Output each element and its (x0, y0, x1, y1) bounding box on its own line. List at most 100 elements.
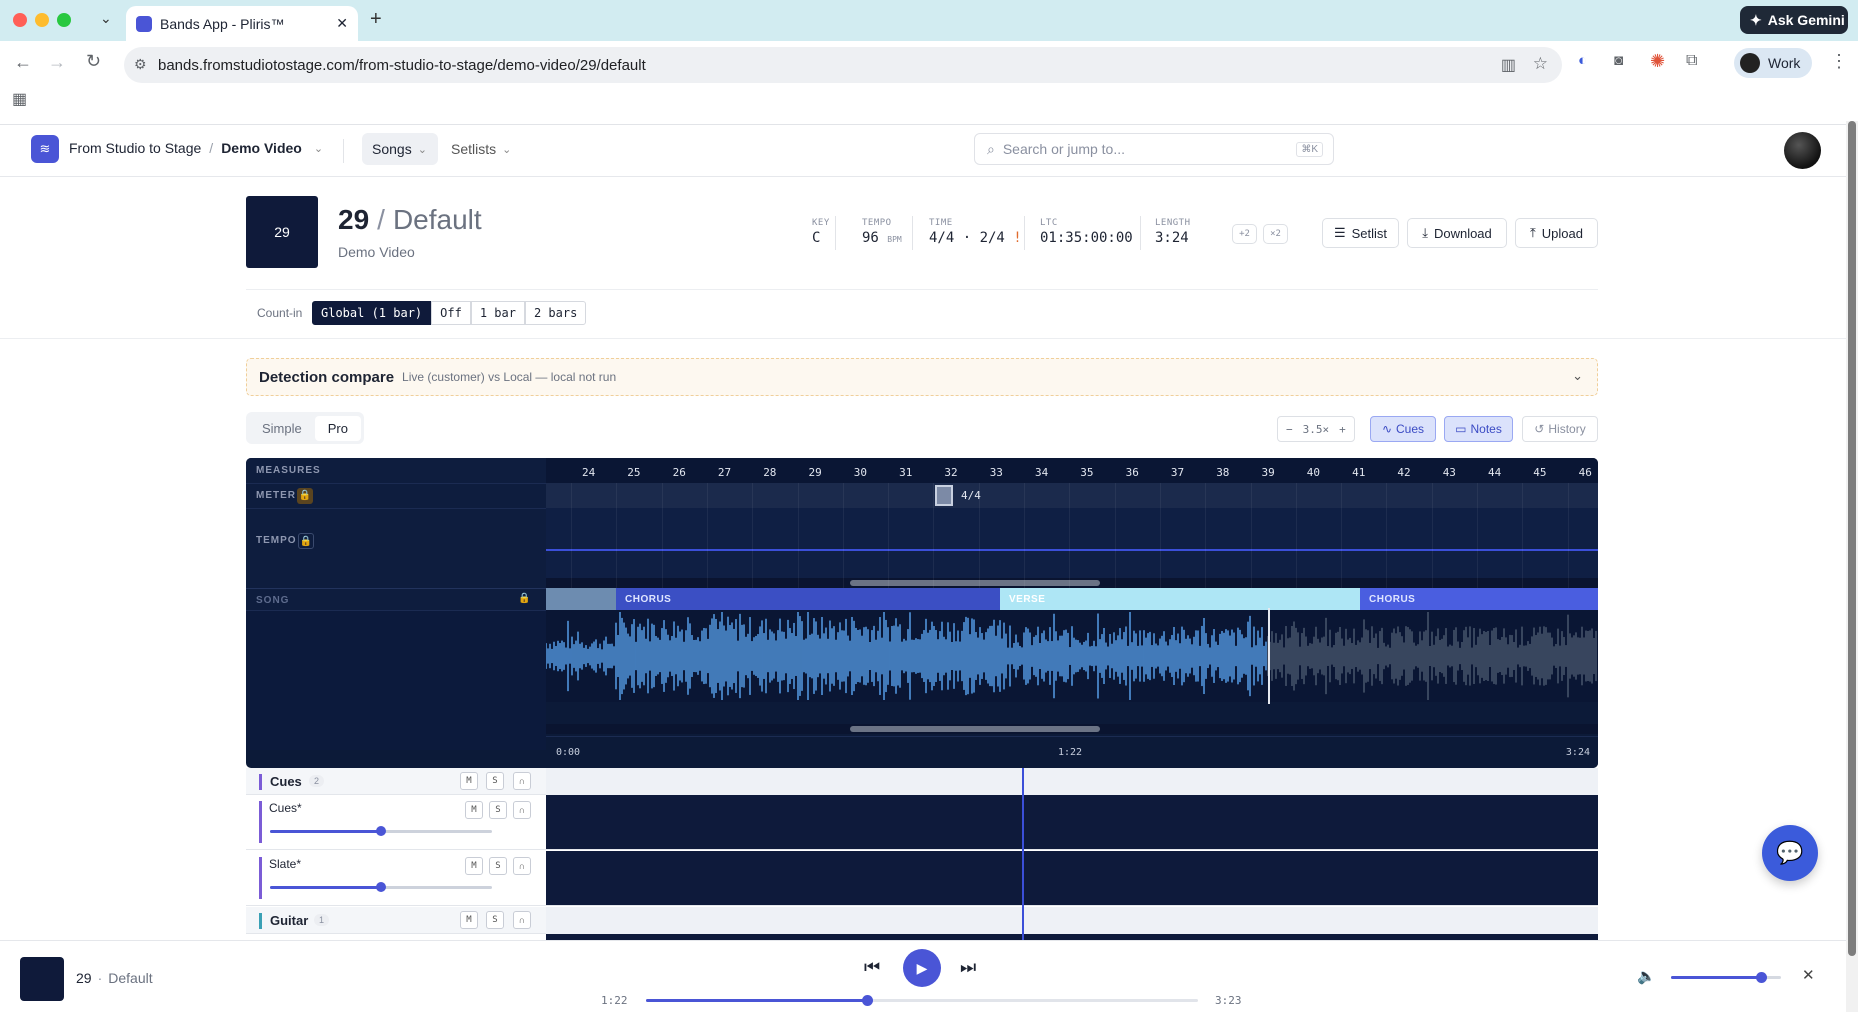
meta-tempo[interactable]: TEMPO 96 BPM (862, 218, 902, 246)
measure-number[interactable]: 24 (582, 466, 595, 479)
measure-number[interactable]: 45 (1533, 466, 1546, 479)
reload-icon[interactable]: ↻ (86, 51, 101, 72)
countin-option-1bar[interactable]: 1 bar (470, 301, 525, 325)
meter-lock-icon[interactable]: 🔒 (297, 488, 313, 504)
history-button[interactable]: ↺ History (1522, 416, 1598, 442)
transpose-up-button[interactable]: +2 (1232, 224, 1257, 244)
solo-button[interactable]: S (486, 772, 504, 790)
camera-extension-icon[interactable]: ◙ (1614, 52, 1623, 69)
player-volume-knob[interactable] (1756, 972, 1768, 983)
playhead-line[interactable] (1268, 608, 1270, 704)
next-icon[interactable]: ⏭ (960, 957, 976, 978)
song-section[interactable] (546, 588, 616, 610)
countin-option-global[interactable]: Global (1 bar) (312, 301, 432, 325)
measure-number[interactable]: 38 (1216, 466, 1229, 479)
browser-tab[interactable]: Bands App - Pliris™ ✕ (126, 6, 358, 41)
notes-toggle-button[interactable]: ▭ Notes (1444, 416, 1513, 442)
profile-button[interactable]: Work (1734, 48, 1812, 78)
measure-number[interactable]: 31 (899, 466, 912, 479)
upload-button[interactable]: ⤒ Upload (1515, 218, 1598, 248)
track-cues[interactable]: Cues* M S ∩ (246, 795, 546, 850)
play-icon[interactable]: ▶ (903, 949, 941, 987)
meta-ltc[interactable]: LTC 01:35:00:00 (1040, 218, 1133, 246)
song-section[interactable]: VERSE (1000, 588, 1360, 610)
meta-time[interactable]: TIME 4/4 · 2/4 ! (929, 218, 1022, 246)
mute-button[interactable]: M (460, 911, 478, 929)
site-info-icon[interactable]: ⚙ (134, 56, 147, 73)
bookmark-star-icon[interactable]: ☆ (1533, 54, 1548, 74)
breadcrumb-project[interactable]: Demo Video (221, 140, 302, 156)
extensions-icon[interactable]: ⧉ (1686, 52, 1697, 70)
claude-extension-icon[interactable]: ✺ (1650, 51, 1665, 72)
headphones-icon[interactable]: ∩ (513, 911, 531, 929)
mode-pro-button[interactable]: Pro (314, 415, 361, 441)
track-cues-lane[interactable] (546, 795, 1598, 850)
breadcrumb-org[interactable]: From Studio to Stage (69, 140, 201, 156)
meter-marker-handle[interactable] (935, 485, 953, 506)
measure-number[interactable]: 25 (627, 466, 640, 479)
apps-grid-icon[interactable]: ▦ (12, 89, 27, 109)
player-progress-knob[interactable] (861, 995, 873, 1006)
measure-number[interactable]: 41 (1352, 466, 1365, 479)
measure-number[interactable]: 39 (1262, 466, 1275, 479)
measure-number[interactable]: 44 (1488, 466, 1501, 479)
mute-button[interactable]: M (465, 801, 483, 819)
headphones-icon[interactable]: ∩ (513, 772, 531, 790)
solo-button[interactable]: S (486, 911, 504, 929)
search-input[interactable]: ⌕ Search or jump to... ⌘K (974, 133, 1334, 165)
measure-number[interactable]: 26 (673, 466, 686, 479)
measures-ruler[interactable] (546, 458, 1598, 483)
setlist-button[interactable]: ☰ Setlist (1322, 218, 1399, 248)
measure-number[interactable]: 27 (718, 466, 731, 479)
measure-number[interactable]: 32 (944, 466, 957, 479)
countin-option-off[interactable]: Off (431, 301, 471, 325)
meta-key[interactable]: KEY C (812, 218, 830, 246)
ask-gemini-button[interactable]: ✦ Ask Gemini (1740, 6, 1848, 34)
back-icon[interactable]: ← (14, 52, 32, 73)
song-lock-icon[interactable]: 🔒 (518, 593, 530, 604)
address-bar[interactable]: ⚙ bands.fromstudiotostage.com/from-studi… (124, 47, 1562, 83)
new-tab-icon[interactable]: + (370, 8, 382, 31)
transpose-multiply-button[interactable]: ×2 (1263, 224, 1288, 244)
app-logo-icon[interactable]: ≋ (31, 135, 59, 163)
tracks-playhead[interactable] (1022, 768, 1024, 940)
window-minimize-button[interactable] (35, 13, 49, 27)
measure-number[interactable]: 28 (763, 466, 776, 479)
song-section[interactable]: CHORUS (616, 588, 1000, 610)
volume-slider-knob[interactable] (376, 826, 386, 836)
measure-number[interactable]: 33 (990, 466, 1003, 479)
forward-icon[interactable]: → (48, 52, 66, 73)
password-extension-icon[interactable]: ◐ (1578, 52, 1587, 69)
countin-option-2bars[interactable]: 2 bars (524, 301, 587, 325)
chat-icon[interactable]: 💬 (1762, 825, 1818, 881)
measure-number[interactable]: 43 (1443, 466, 1456, 479)
reader-mode-icon[interactable]: ▥ (1501, 55, 1516, 75)
measure-number[interactable]: 37 (1171, 466, 1184, 479)
meta-length[interactable]: LENGTH 3:24 (1155, 218, 1191, 246)
measure-number[interactable]: 35 (1080, 466, 1093, 479)
window-zoom-button[interactable] (57, 13, 71, 27)
time-ruler[interactable]: 0:00 1:22 3:24 (546, 736, 1598, 768)
mute-button[interactable]: M (460, 772, 478, 790)
measure-number[interactable]: 36 (1126, 466, 1139, 479)
solo-button[interactable]: S (489, 801, 507, 819)
download-button[interactable]: ⤓ Download (1407, 218, 1507, 248)
user-avatar[interactable] (1784, 132, 1821, 169)
solo-button[interactable]: S (489, 857, 507, 875)
tab-list-chevron-icon[interactable]: ⌄ (100, 10, 112, 27)
tab-close-icon[interactable]: ✕ (336, 15, 348, 32)
track-group-cues-lane[interactable] (546, 768, 1598, 795)
close-icon[interactable]: ✕ (1802, 966, 1815, 984)
detection-compare-panel[interactable]: Detection compare Live (customer) vs Loc… (246, 358, 1598, 396)
tempo-track[interactable] (546, 508, 1598, 588)
cues-toggle-button[interactable]: ∿ Cues (1370, 416, 1436, 442)
track-group-guitar-lane[interactable] (546, 907, 1598, 934)
nav-setlists[interactable]: Setlists ⌄ (451, 133, 511, 165)
song-section[interactable]: CHORUS (1360, 588, 1598, 610)
headphones-icon[interactable]: ∩ (513, 801, 531, 819)
chevron-down-icon[interactable]: ⌄ (1572, 368, 1583, 384)
browser-menu-icon[interactable]: ⋮ (1830, 51, 1848, 72)
page-scrollbar-thumb[interactable] (1848, 121, 1856, 956)
track-slate-lane[interactable] (546, 851, 1598, 906)
measure-number[interactable]: 42 (1397, 466, 1410, 479)
